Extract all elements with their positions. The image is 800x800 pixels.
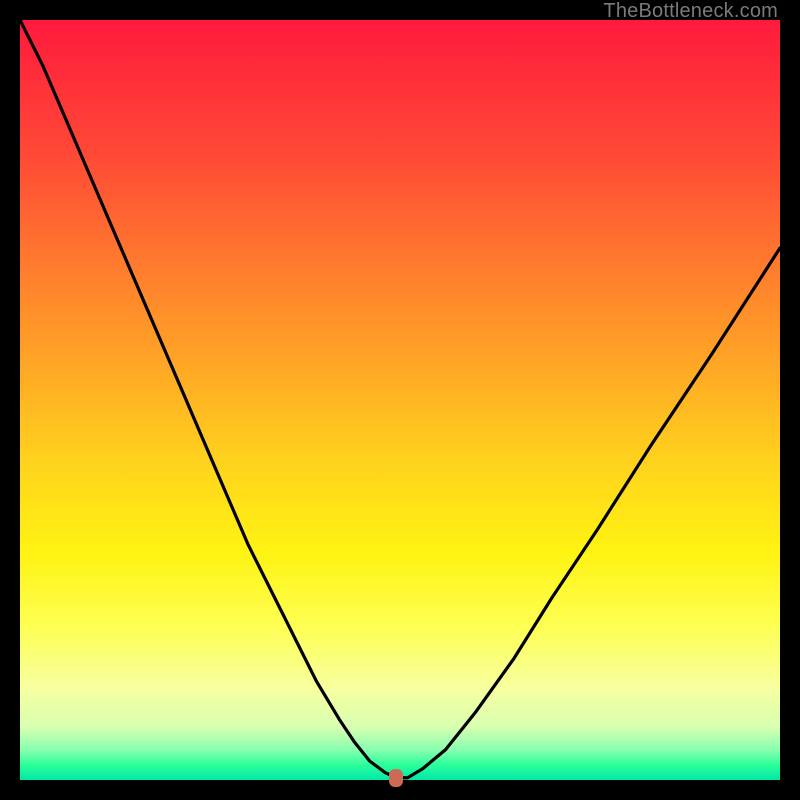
chart-frame: TheBottleneck.com <box>0 0 800 800</box>
minimum-marker <box>389 769 403 787</box>
bottleneck-curve-path <box>20 20 780 778</box>
curve-svg <box>20 20 780 780</box>
plot-area <box>20 20 780 780</box>
